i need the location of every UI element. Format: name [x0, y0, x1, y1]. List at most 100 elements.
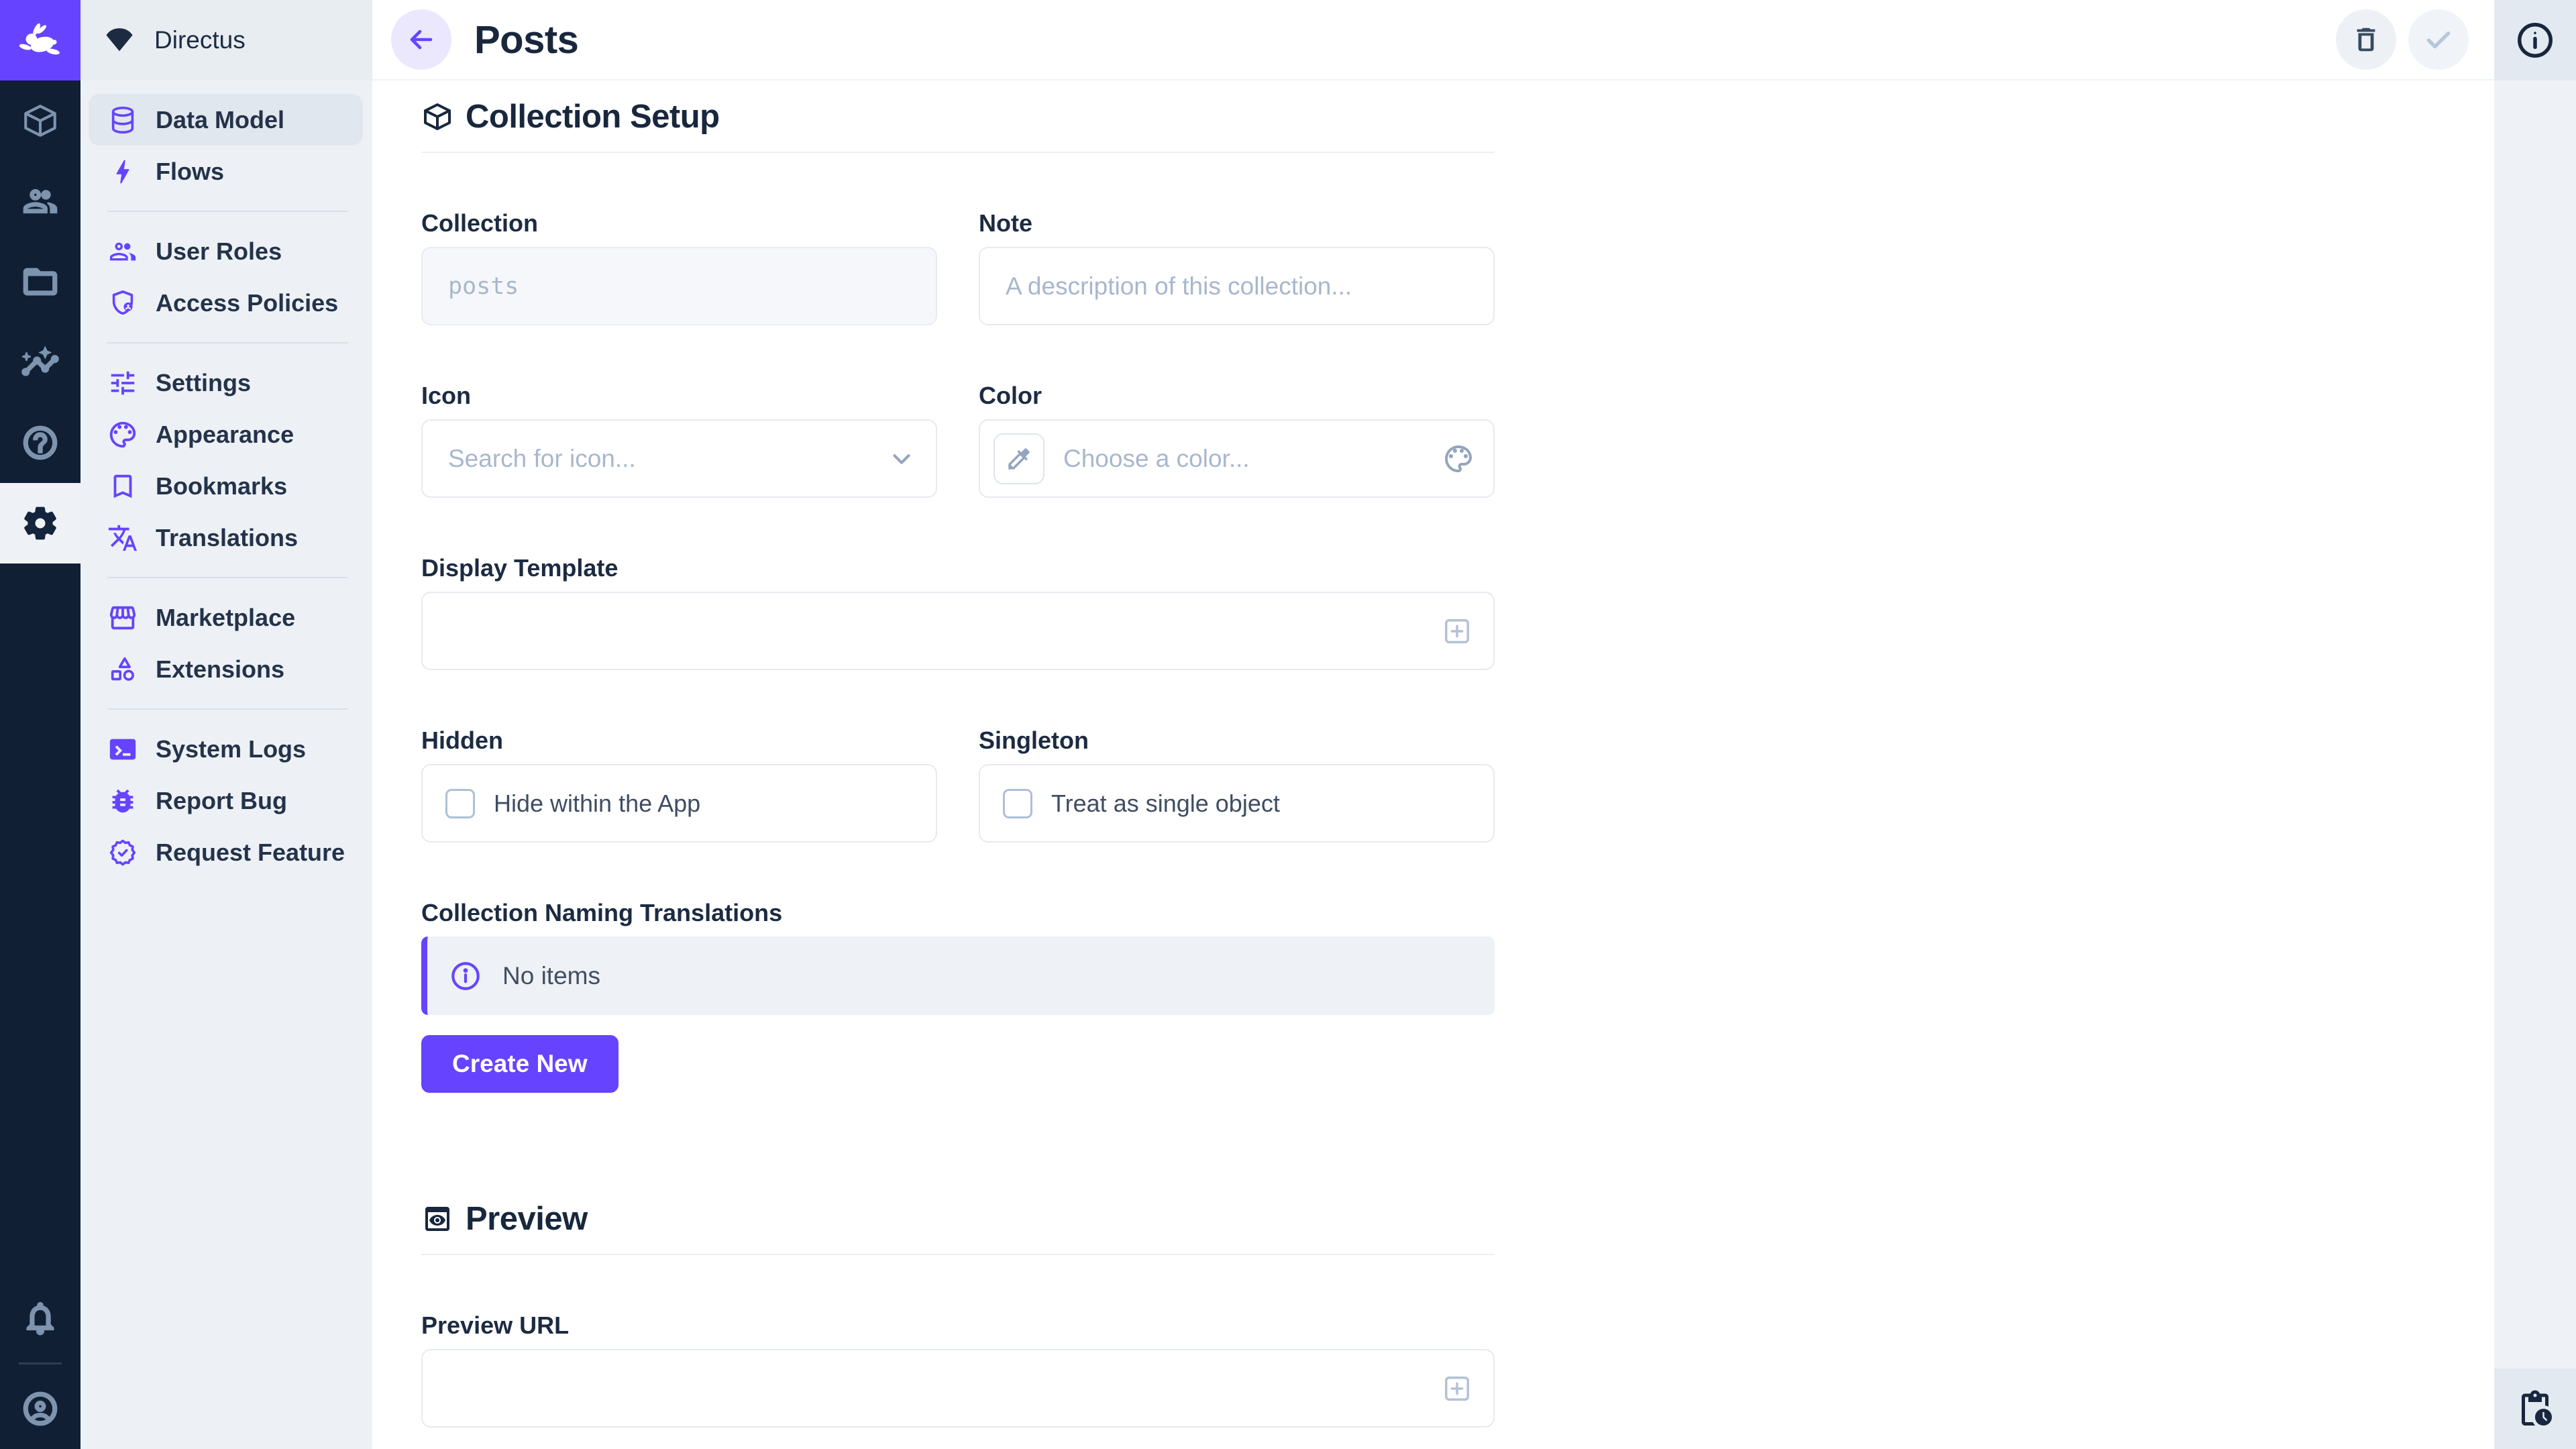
section-divider — [421, 1254, 1495, 1255]
translate-icon — [107, 523, 138, 553]
note-field — [979, 247, 1495, 325]
account-button[interactable] — [0, 1368, 80, 1449]
add-field-icon[interactable] — [1440, 1371, 1474, 1406]
collection-field — [421, 247, 937, 325]
back-button[interactable] — [391, 9, 451, 70]
right-sidebar — [2494, 0, 2576, 1449]
gear-icon — [21, 504, 60, 543]
nav-item-translations[interactable]: Translations — [89, 512, 363, 564]
people-icon — [21, 182, 60, 221]
nav-item-system-logs[interactable]: System Logs — [89, 723, 363, 775]
checkbox-label[interactable]: Treat as single object — [1051, 790, 1280, 818]
nav-item-marketplace[interactable]: Marketplace — [89, 592, 363, 643]
checkbox-label[interactable]: Hide within the App — [494, 790, 700, 818]
nav-item-user-roles[interactable]: User Roles — [89, 225, 363, 277]
nav-item-request-feature[interactable]: Request Feature — [89, 826, 363, 878]
save-button[interactable] — [2408, 9, 2469, 70]
preview-url-field — [421, 1349, 1495, 1428]
module-bar-divider — [19, 1362, 62, 1364]
check-icon — [2422, 23, 2455, 56]
directus-logo[interactable] — [0, 0, 80, 80]
nav-divider — [107, 708, 348, 710]
nav-item-appearance[interactable]: Appearance — [89, 409, 363, 460]
singleton-checkbox[interactable] — [1003, 789, 1032, 818]
delete-button[interactable] — [2336, 9, 2396, 70]
collection-input[interactable] — [423, 248, 936, 324]
content-scroll-area[interactable]: Collection Setup Collection Note — [372, 80, 2494, 1449]
color-input[interactable] — [1044, 421, 1493, 496]
box-icon — [21, 101, 60, 140]
module-users[interactable] — [0, 161, 80, 241]
folder-icon — [21, 262, 60, 301]
palette-icon[interactable] — [1442, 443, 1474, 475]
module-files[interactable] — [0, 241, 80, 322]
nav-item-extensions[interactable]: Extensions — [89, 643, 363, 695]
field-label-preview-url: Preview URL — [421, 1311, 1495, 1340]
feature-badge-icon — [107, 837, 138, 868]
module-bar — [0, 0, 80, 1449]
bolt-icon — [107, 156, 138, 187]
field-label-singleton: Singleton — [979, 727, 1495, 755]
nav-item-flows[interactable]: Flows — [89, 146, 363, 197]
info-sidebar-button[interactable] — [2494, 0, 2576, 80]
module-help[interactable] — [0, 402, 80, 483]
help-icon — [21, 423, 60, 462]
info-icon — [449, 959, 482, 993]
field-label-color: Color — [979, 382, 1495, 410]
nav-item-settings[interactable]: Settings — [89, 357, 363, 409]
preview-icon — [421, 1203, 453, 1235]
nav-item-access-policies[interactable]: Access Policies — [89, 277, 363, 329]
nav-divider — [107, 342, 348, 343]
project-logo-icon — [102, 23, 137, 58]
shapes-icon — [107, 654, 138, 685]
insights-icon — [21, 343, 60, 382]
page-title: Posts — [474, 17, 578, 62]
navigation-sidebar: Directus Data Model Flows User Roles — [80, 0, 372, 1449]
nav-divider — [107, 577, 348, 578]
nav-divider — [107, 211, 348, 212]
add-field-icon[interactable] — [1440, 614, 1474, 649]
page-header: Posts — [372, 0, 2494, 80]
tune-icon — [107, 368, 138, 398]
hidden-field: Hide within the App — [421, 764, 937, 843]
section-title: Preview — [466, 1200, 588, 1238]
section-preview: Preview — [421, 1200, 1495, 1238]
color-field — [979, 419, 1495, 498]
module-insights[interactable] — [0, 322, 80, 402]
icon-search-input[interactable] — [423, 421, 936, 496]
nav-item-report-bug[interactable]: Report Bug — [89, 775, 363, 826]
preview-url-input[interactable] — [423, 1350, 1493, 1426]
note-input[interactable] — [980, 248, 1493, 324]
field-label-display-template: Display Template — [421, 554, 1495, 582]
field-label-translations: Collection Naming Translations — [421, 899, 1495, 927]
terminal-icon — [107, 734, 138, 765]
module-settings[interactable] — [0, 483, 80, 564]
nav-list: Data Model Flows User Roles Access Polic… — [80, 80, 372, 878]
notifications-button[interactable] — [0, 1278, 80, 1358]
translations-empty-notice: No items — [421, 936, 1495, 1015]
people-icon — [107, 236, 138, 267]
singleton-field: Treat as single object — [979, 764, 1495, 843]
section-title: Collection Setup — [466, 98, 720, 136]
shield-user-icon — [107, 288, 138, 319]
nav-item-data-model[interactable]: Data Model — [89, 94, 363, 146]
create-new-button[interactable]: Create New — [421, 1035, 619, 1093]
hidden-checkbox[interactable] — [445, 789, 475, 818]
section-collection-setup: Collection Setup — [421, 98, 1495, 136]
project-chooser[interactable]: Directus — [80, 0, 372, 80]
chevron-down-icon[interactable] — [886, 443, 917, 474]
palette-icon — [107, 419, 138, 450]
account-circle-icon — [21, 1389, 60, 1428]
module-content[interactable] — [0, 80, 80, 161]
rabbit-logo-icon — [15, 15, 65, 65]
revisions-sidebar-button[interactable] — [2494, 1368, 2576, 1449]
display-template-input[interactable] — [423, 593, 1493, 669]
display-template-field — [421, 592, 1495, 670]
nav-item-bookmarks[interactable]: Bookmarks — [89, 460, 363, 512]
color-swatch-button[interactable] — [994, 433, 1044, 484]
trash-icon — [2351, 24, 2381, 55]
revisions-icon — [2515, 1389, 2555, 1429]
field-label-hidden: Hidden — [421, 727, 937, 755]
bug-icon — [107, 786, 138, 816]
box-icon — [421, 101, 453, 133]
